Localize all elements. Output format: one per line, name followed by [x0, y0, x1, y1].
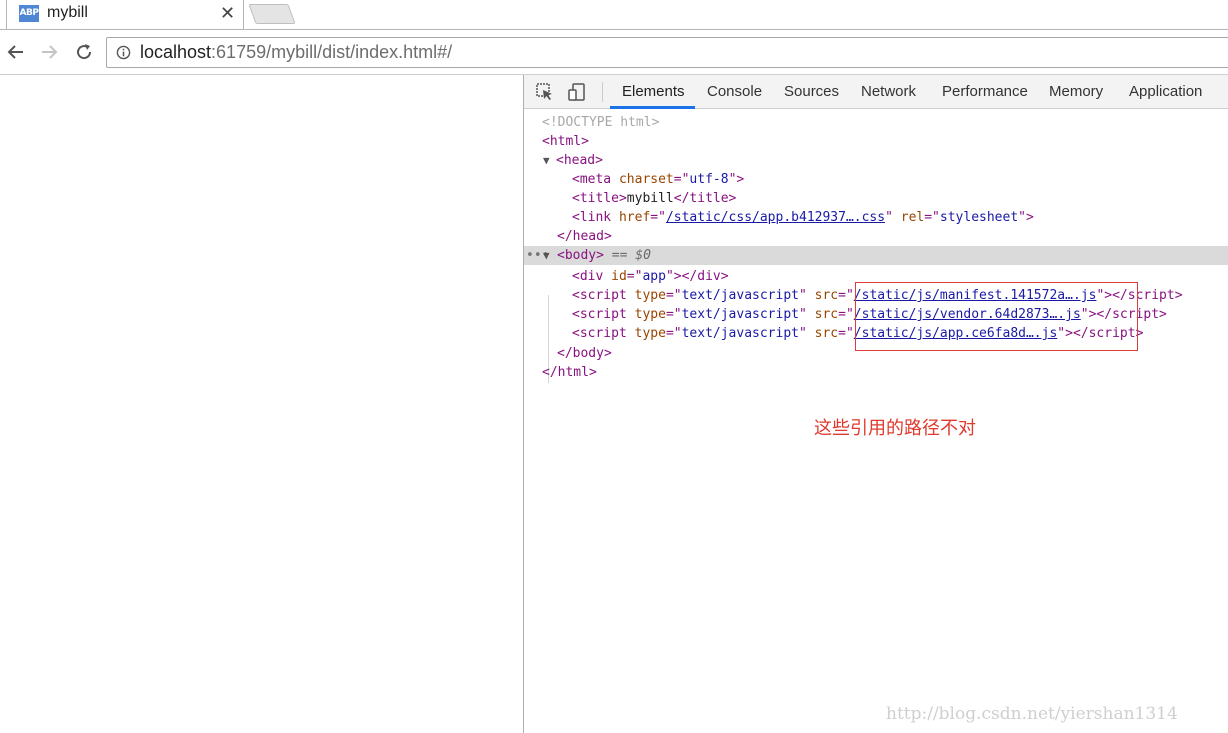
watermark: http://blog.csdn.net/yiershan1314	[886, 704, 1178, 724]
tab-console[interactable]: Console	[707, 83, 762, 100]
dom-node-html[interactable]: <html>	[524, 132, 1228, 151]
dom-node-link[interactable]: <link href="/static/css/app.b412937….css…	[524, 208, 1228, 227]
browser-tab[interactable]: ABP mybill ✕	[6, 0, 244, 30]
close-icon[interactable]: ✕	[220, 3, 235, 24]
script-type-value: text/javascript	[681, 307, 799, 322]
dom-tree: <!DOCTYPE html> <html> ▼ <head> <meta cha…	[524, 109, 1228, 409]
tab-memory[interactable]: Memory	[1049, 83, 1103, 100]
doctype-text: <!DOCTYPE html>	[542, 115, 660, 130]
dom-node-doctype[interactable]: <!DOCTYPE html>	[524, 113, 1228, 132]
annotation-text: 这些引用的路径不对	[814, 418, 976, 439]
tab-network[interactable]: Network	[861, 83, 916, 100]
tab-strip: ABP mybill ✕	[0, 0, 1228, 30]
devtools-separator	[602, 82, 603, 102]
link-rel-value: stylesheet	[939, 210, 1019, 225]
meta-charset-value: utf-8	[689, 172, 729, 187]
info-icon[interactable]	[116, 45, 131, 60]
url-host: localhost	[140, 42, 212, 62]
reload-button[interactable]	[70, 38, 98, 66]
dom-node-head[interactable]: ▼ <head>	[524, 151, 1228, 170]
arrow-right-icon	[42, 45, 58, 59]
div-id-value: app	[642, 269, 666, 284]
link-href[interactable]: /static/css/app.b412937….css	[666, 210, 885, 225]
back-button[interactable]	[2, 38, 30, 66]
tab-title: mybill	[47, 4, 88, 21]
title-text: mybill	[626, 191, 674, 206]
selected-node-marker: == $0	[611, 248, 651, 263]
browser-toolbar: localhost:61759/mybill/dist/index.html#/	[0, 30, 1228, 75]
tab-sources[interactable]: Sources	[784, 83, 839, 100]
devtools-tabbar: Elements Console Sources Network Perform…	[524, 75, 1228, 109]
abp-favicon-icon: ABP	[19, 5, 39, 22]
expand-triangle-icon[interactable]: ▼	[543, 151, 550, 170]
dom-node-html-close[interactable]: </html>	[524, 363, 1228, 382]
address-bar[interactable]: localhost:61759/mybill/dist/index.html#/	[106, 37, 1228, 68]
forward-button[interactable]	[35, 38, 63, 66]
annotation-highlight-box	[855, 282, 1138, 351]
expand-triangle-icon[interactable]: ▼	[543, 246, 550, 265]
dom-node-title[interactable]: <title>mybill</title>	[524, 189, 1228, 208]
dom-node-body[interactable]: ••• ▼ <body> == $0	[524, 246, 1228, 265]
page-viewport	[0, 75, 523, 733]
device-toolbar-icon[interactable]	[566, 81, 588, 103]
tab-elements[interactable]: Elements	[622, 83, 685, 100]
url-text: localhost:61759/mybill/dist/index.html#/	[140, 42, 452, 63]
script-type-value: text/javascript	[681, 288, 799, 303]
devtools-panel: Elements Console Sources Network Perform…	[524, 75, 1228, 733]
tab-application[interactable]: Application	[1129, 83, 1202, 100]
inspect-element-icon[interactable]	[534, 81, 556, 103]
url-path: :61759/mybill/dist/index.html#/	[211, 42, 453, 62]
dom-node-meta[interactable]: <meta charset="utf-8">	[524, 170, 1228, 189]
new-tab-button[interactable]	[248, 4, 296, 24]
arrow-left-icon	[7, 45, 23, 59]
reload-icon	[77, 44, 92, 60]
script-type-value: text/javascript	[681, 326, 799, 341]
dom-node-head-close[interactable]: </head>	[524, 227, 1228, 246]
tab-performance[interactable]: Performance	[942, 83, 1028, 100]
